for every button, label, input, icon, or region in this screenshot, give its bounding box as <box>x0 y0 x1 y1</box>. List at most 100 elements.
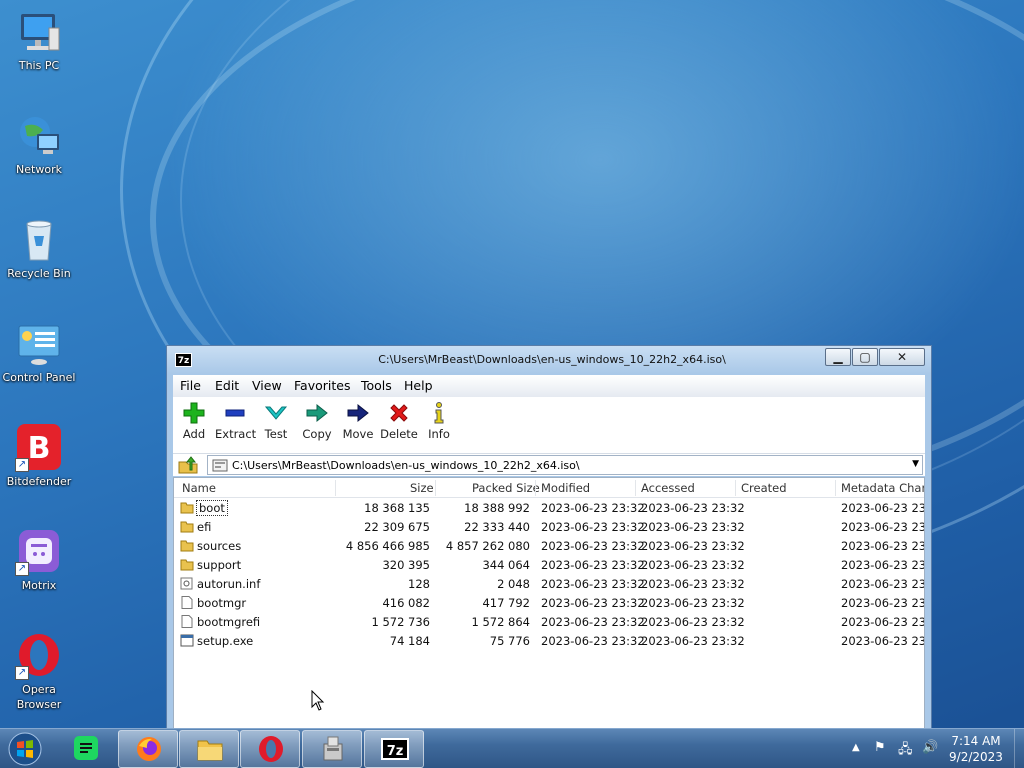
show-desktop-button[interactable] <box>1014 729 1024 768</box>
clock-time: 7:14 AM <box>951 734 1001 748</box>
cell-modified: 2023-06-23 23:32 <box>541 501 645 515</box>
table-row[interactable]: bootmgrefi 1 572 736 1 572 864 2023-06-23 2… <box>174 613 924 632</box>
chevron-down-icon[interactable]: ▼ <box>912 459 919 469</box>
maximize-button[interactable]: ▢ <box>852 348 878 366</box>
column-name[interactable]: Name <box>182 481 216 495</box>
cell-name: boot <box>196 500 228 516</box>
table-row[interactable]: setup.exe 74 184 75 776 2023-06-23 23:32 202… <box>174 632 924 651</box>
cell-name: efi <box>197 520 211 534</box>
desktop-icon-opera[interactable]: ↗ Opera Browser <box>2 632 76 712</box>
move-button[interactable]: Move <box>338 401 378 441</box>
desktop-icon-label: This PC <box>18 59 60 72</box>
desktop-icon-this-pc[interactable]: This PC <box>2 8 76 73</box>
taskbar-app-spotify[interactable] <box>56 730 116 768</box>
menu-file[interactable]: File <box>180 378 201 393</box>
menu-view[interactable]: View <box>252 378 282 393</box>
opera-icon <box>256 734 286 764</box>
column-packed-size[interactable]: Packed Size <box>472 481 540 495</box>
taskbar-app-folder[interactable] <box>179 730 239 768</box>
extract-button[interactable]: Extract <box>215 401 256 441</box>
close-button[interactable]: ✕ <box>879 348 925 366</box>
cell-metadata-changed: 2023-06-23 23:3 <box>841 558 925 572</box>
cell-size: 18 368 135 <box>364 501 430 515</box>
window-titlebar[interactable]: 7z C:\Users\MrBeast\Downloads\en-us_wind… <box>167 346 931 374</box>
file-name: support <box>197 558 242 572</box>
menu-help[interactable]: Help <box>404 378 433 393</box>
file-icon <box>180 596 194 612</box>
column-header-row: Name Size Packed Size Modified Accessed … <box>174 478 924 498</box>
column-metadata-changed[interactable]: Metadata Chan.. <box>841 481 924 495</box>
file-icon <box>180 615 194 631</box>
cell-metadata-changed: 2023-06-23 23:3 <box>841 596 925 610</box>
menu-favorites[interactable]: Favorites <box>294 378 350 393</box>
up-folder-button[interactable] <box>177 456 199 474</box>
cell-modified: 2023-06-23 23:32 <box>541 539 645 553</box>
table-row[interactable]: efi 22 309 675 22 333 440 2023-06-23 23:32 2… <box>174 518 924 537</box>
table-row[interactable]: autorun.inf 128 2 048 2023-06-23 23:32 2023-… <box>174 575 924 594</box>
delete-button[interactable]: Delete <box>379 401 419 441</box>
tray-expand-icon[interactable]: ▲ <box>852 742 860 753</box>
desktop-icon-network[interactable]: Network <box>2 112 76 177</box>
cell-accessed: 2023-06-23 23:32 <box>641 539 745 553</box>
desktop-icon-control-panel[interactable]: Control Panel <box>2 320 76 385</box>
taskbar-app-installer[interactable] <box>302 730 362 768</box>
desktop-icon-label: Recycle Bin <box>7 267 71 280</box>
column-modified[interactable]: Modified <box>541 481 590 495</box>
menu-edit[interactable]: Edit <box>215 378 239 393</box>
column-accessed[interactable]: Accessed <box>641 481 695 495</box>
taskbar-app-opera[interactable] <box>240 730 300 768</box>
shortcut-arrow-icon: ↗ <box>15 562 29 576</box>
minimize-button[interactable]: ▁ <box>825 348 851 366</box>
cell-modified: 2023-06-23 23:32 <box>541 520 645 534</box>
add-icon <box>183 402 205 424</box>
desktop-icon-motrix[interactable]: ↗ Motrix <box>2 528 76 593</box>
spotify-icon <box>71 733 101 763</box>
cell-metadata-changed: 2023-06-23 23:3 <box>841 634 925 648</box>
copy-button[interactable]: Copy <box>297 401 337 441</box>
move-icon <box>347 403 369 423</box>
file-name: sources <box>197 539 242 553</box>
cell-name: bootmgr <box>197 596 246 610</box>
table-row[interactable]: boot 18 368 135 18 388 992 2023-06-23 23:32… <box>174 499 924 518</box>
column-size[interactable]: Size <box>410 481 434 495</box>
start-button[interactable] <box>6 731 44 767</box>
cell-size: 1 572 736 <box>371 615 430 629</box>
network-tray-icon[interactable]: 🖧 <box>898 740 913 762</box>
installer-icon <box>318 734 348 764</box>
shortcut-arrow-icon: ↗ <box>15 458 29 472</box>
test-button[interactable]: Test <box>256 401 296 441</box>
path-input[interactable]: C:\Users\MrBeast\Downloads\en-us_windows… <box>207 455 923 475</box>
7zip-window: 7z C:\Users\MrBeast\Downloads\en-us_wind… <box>166 345 932 730</box>
bitdefender-icon: B ↗ <box>15 424 63 472</box>
delete-icon <box>390 404 408 422</box>
table-row[interactable]: sources 4 856 466 985 4 857 262 080 2023-06… <box>174 537 924 556</box>
cell-packed-size: 4 857 262 080 <box>445 539 530 553</box>
clock-date: 9/2/2023 <box>949 750 1003 764</box>
table-row[interactable]: support 320 395 344 064 2023-06-23 23:32 202… <box>174 556 924 575</box>
flag-icon[interactable]: ⚑ <box>874 740 886 755</box>
mouse-cursor-icon <box>311 690 325 711</box>
network-icon <box>15 112 63 160</box>
computer-icon <box>15 8 63 56</box>
info-icon <box>434 402 444 424</box>
column-created[interactable]: Created <box>741 481 787 495</box>
cell-accessed: 2023-06-23 23:32 <box>641 634 745 648</box>
add-button[interactable]: Add <box>174 401 214 441</box>
cell-accessed: 2023-06-23 23:32 <box>641 501 745 515</box>
folder-icon <box>180 539 194 555</box>
info-button[interactable]: Info <box>419 401 459 441</box>
windows-logo-icon <box>8 732 42 766</box>
taskbar-app-7zip[interactable]: 7z <box>364 730 424 768</box>
opera-icon: ↗ <box>15 632 63 680</box>
taskbar-app-firefox[interactable] <box>118 730 178 768</box>
desktop-icon-recycle-bin[interactable]: Recycle Bin <box>2 216 76 281</box>
desktop-icon-bitdefender[interactable]: B ↗ Bitdefender <box>2 424 76 489</box>
file-name: bootmgr <box>197 596 247 610</box>
cell-accessed: 2023-06-23 23:32 <box>641 520 745 534</box>
cell-metadata-changed: 2023-06-23 23:3 <box>841 615 925 629</box>
table-row[interactable]: bootmgr 416 082 417 792 2023-06-23 23:32 202… <box>174 594 924 613</box>
clock[interactable]: 7:14 AM 9/2/2023 <box>930 733 1022 765</box>
cell-metadata-changed: 2023-06-23 23:3 <box>841 501 925 515</box>
menu-tools[interactable]: Tools <box>361 378 392 393</box>
extract-icon <box>225 409 245 417</box>
